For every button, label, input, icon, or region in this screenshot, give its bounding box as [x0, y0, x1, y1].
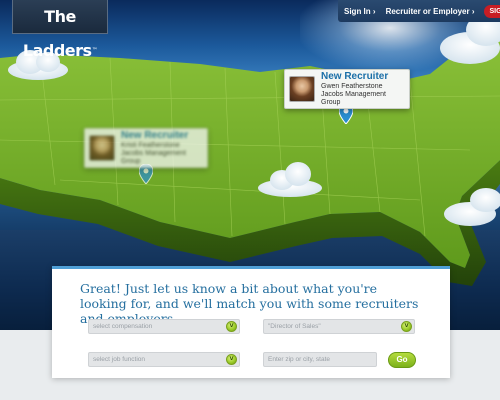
compensation-placeholder: select compensation — [93, 323, 153, 330]
recruiter-card[interactable]: New Recruiter Kristi Featherstone Jacobs… — [84, 128, 208, 168]
job-function-placeholder: select job function — [93, 356, 146, 363]
job-title-value: "Director of Sales" — [268, 323, 321, 330]
site-logo[interactable]: The Ladders™ — [12, 0, 108, 60]
recruiter-info: New Recruiter Gwen Featherstone Jacobs M… — [321, 71, 405, 107]
recruiter-employer-link[interactable]: Recruiter or Employer › — [386, 7, 475, 16]
location-input[interactable]: Enter zip or city, state — [263, 352, 377, 367]
recruiter-name: Gwen Featherstone — [321, 82, 383, 90]
recruiter-company: Jacobs Management Group — [121, 149, 186, 165]
top-navigation: Sign In › Recruiter or Employer › SIGN U… — [338, 0, 500, 22]
sign-up-button[interactable]: SIGN UP — [484, 4, 500, 18]
recruiter-company: Jacobs Management Group — [321, 90, 386, 106]
chevron-down-icon[interactable]: ˅ — [401, 321, 412, 332]
recruiter-card-title: New Recruiter — [121, 130, 189, 142]
logo-trademark: ™ — [91, 47, 98, 54]
logo-text: The Ladders — [22, 7, 92, 60]
recruiter-avatar — [89, 135, 115, 161]
location-placeholder: Enter zip or city, state — [268, 356, 331, 363]
go-button[interactable]: Go — [388, 352, 416, 368]
chevron-down-icon[interactable]: ˅ — [226, 354, 237, 365]
job-title-select[interactable]: "Director of Sales" ˅ — [263, 319, 415, 334]
search-preferences-panel: Great! Just let us know a bit about what… — [52, 266, 450, 378]
job-function-select[interactable]: select job function ˅ — [88, 352, 240, 367]
recruiter-info: New Recruiter Kristi Featherstone Jacobs… — [121, 130, 203, 166]
recruiter-avatar — [289, 76, 315, 102]
compensation-select[interactable]: select compensation ˅ — [88, 319, 240, 334]
recruiter-name: Kristi Featherstone — [121, 141, 180, 149]
sign-in-link[interactable]: Sign In › — [344, 7, 376, 16]
chevron-down-icon[interactable]: ˅ — [226, 321, 237, 332]
recruiter-card[interactable]: New Recruiter Gwen Featherstone Jacobs M… — [284, 69, 410, 109]
recruiter-card-title: New Recruiter — [321, 71, 389, 83]
